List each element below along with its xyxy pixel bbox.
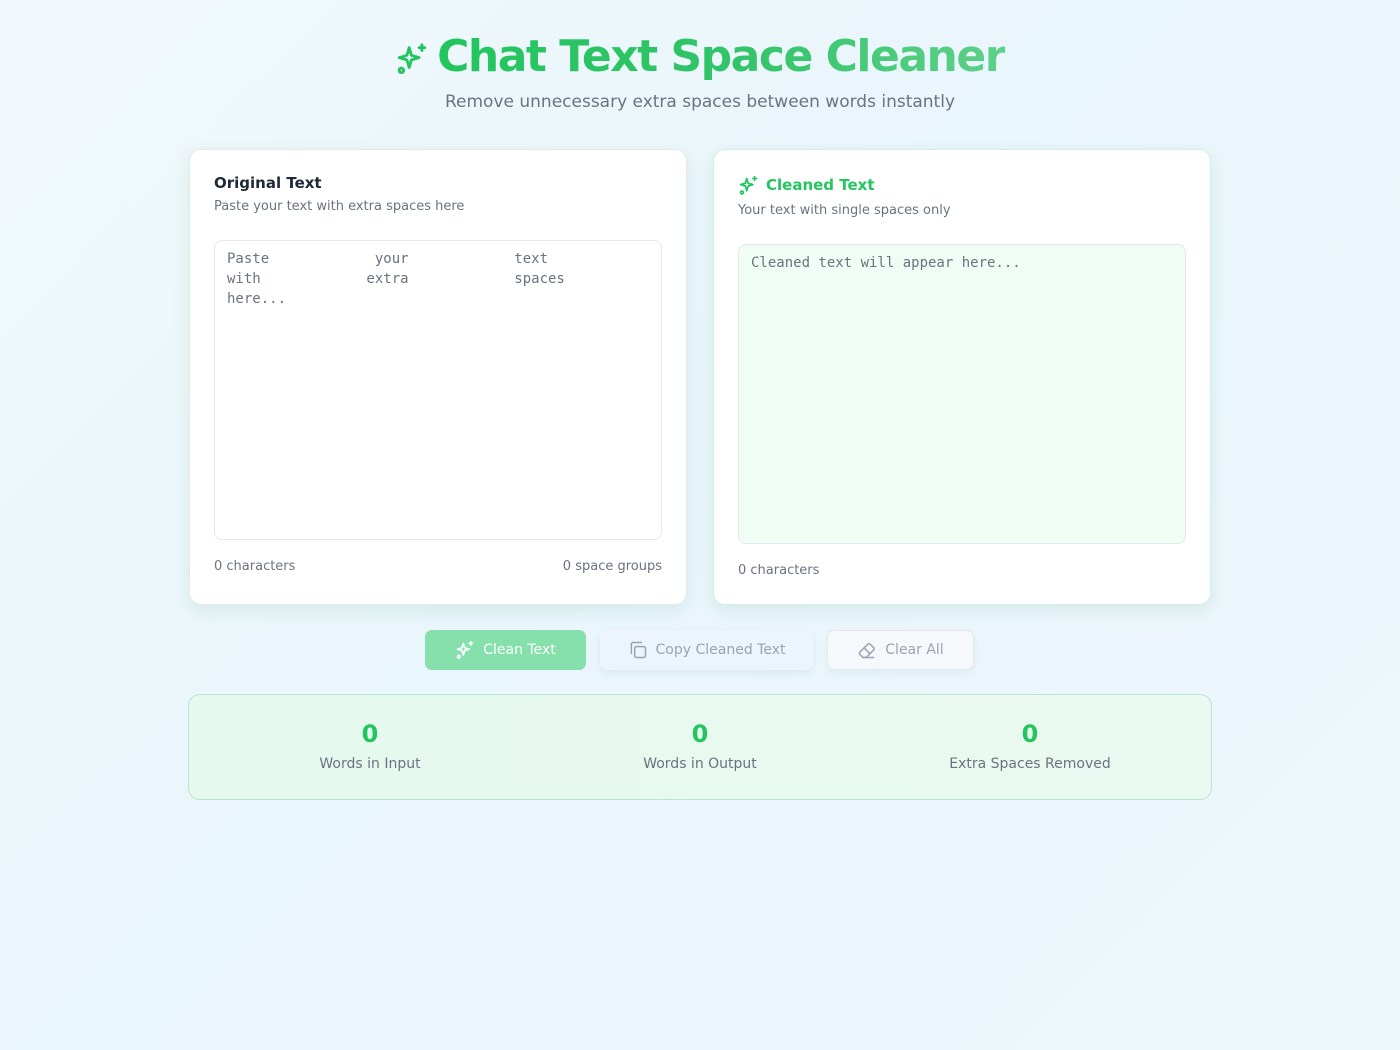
title-row: Chat Text Space Cleaner [0, 28, 1400, 84]
stats-panel: 0 Words in Input 0 Words in Output 0 Ext… [188, 694, 1212, 800]
original-text-panel: Original Text Paste your text with extra… [189, 149, 687, 605]
clear-all-button[interactable]: Clear All [827, 630, 974, 670]
sparkles-icon [456, 640, 474, 659]
output-char-count: 0 characters [738, 563, 820, 578]
panel-description: Paste your text with extra spaces here [214, 199, 465, 214]
stat-value: 0 [1021, 720, 1039, 748]
sparkles-icon [397, 43, 427, 75]
copy-cleaned-text-button[interactable]: Copy Cleaned Text [600, 630, 813, 670]
copy-icon [630, 641, 646, 659]
page-title: Chat Text Space Cleaner [437, 30, 1006, 82]
panel-description: Your text with single spaces only [738, 203, 951, 218]
stat-value: 0 [691, 720, 709, 748]
panel-title: Original Text [214, 174, 322, 192]
eraser-icon [858, 642, 876, 659]
page-subtitle: Remove unnecessary extra spaces between … [444, 92, 956, 112]
stat-label: Words in Output [643, 756, 757, 772]
cleaned-text-output[interactable] [738, 244, 1186, 544]
sparkles-icon [739, 175, 758, 195]
stat-label: Words in Input [319, 756, 421, 772]
stat-label: Extra Spaces Removed [949, 756, 1111, 772]
stat-value: 0 [361, 720, 379, 748]
clean-text-button[interactable]: Clean Text [425, 630, 586, 670]
space-group-count: 0 space groups [562, 559, 662, 574]
action-bar: Clean Text Copy Cleaned Text Clear All [0, 630, 1400, 670]
stat-words-in-output: 0 Words in Output [535, 695, 865, 772]
input-char-count: 0 characters [214, 559, 296, 574]
cleaned-text-panel: Cleaned Text Your text with single space… [713, 149, 1211, 605]
stat-extra-spaces-removed: 0 Extra Spaces Removed [865, 695, 1195, 772]
original-text-input[interactable] [214, 240, 662, 540]
clean-text-label: Clean Text [483, 642, 556, 658]
panel-title: Cleaned Text [766, 176, 875, 194]
page-header: Chat Text Space Cleaner Remove unnecessa… [0, 28, 1400, 112]
clear-all-label: Clear All [885, 642, 944, 658]
stat-words-in-input: 0 Words in Input [205, 695, 535, 772]
copy-cleaned-text-label: Copy Cleaned Text [655, 642, 786, 658]
